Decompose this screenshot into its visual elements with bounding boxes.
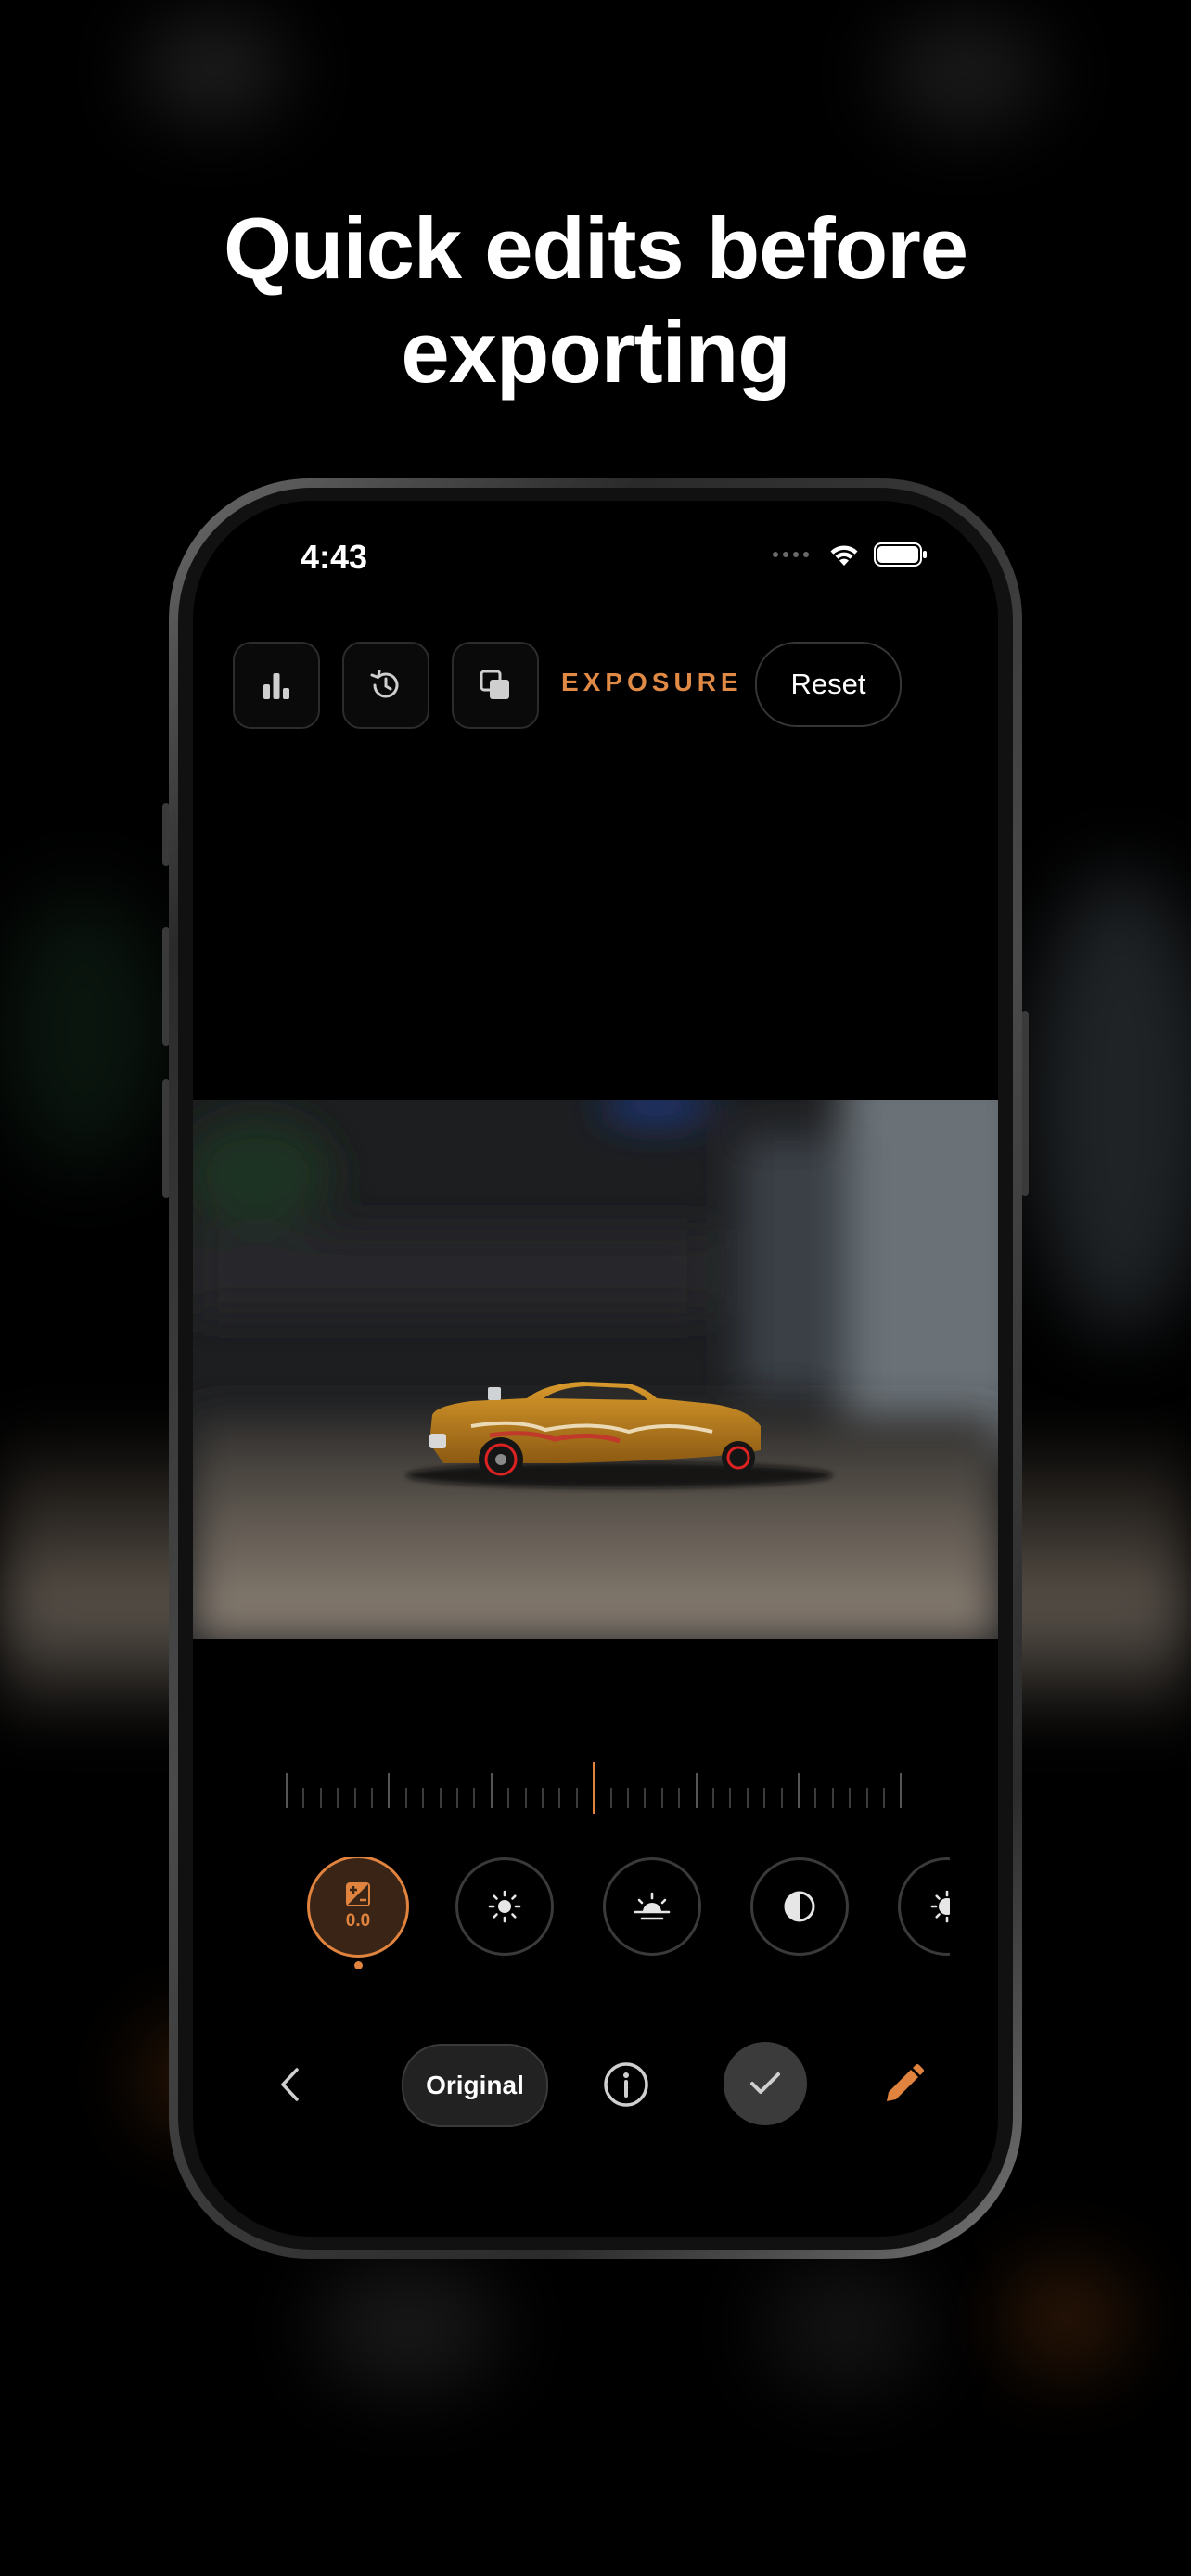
checkmark-icon (750, 2072, 780, 2094)
slider-tick (865, 1788, 868, 1808)
slider-tick (439, 1788, 442, 1808)
original-button[interactable]: Original (402, 2044, 548, 2127)
done-button[interactable] (724, 2042, 807, 2125)
slider-tick (609, 1788, 612, 1808)
slider-center-tick (593, 1762, 596, 1814)
exposure-icon (346, 1882, 370, 1906)
history-button[interactable] (342, 642, 429, 729)
photo-image (193, 1100, 998, 1639)
cellular-dots-icon (773, 552, 809, 557)
tool-brightness[interactable] (455, 1857, 554, 1956)
bottom-bar: Original (193, 2042, 998, 2131)
reset-button[interactable]: Reset (755, 642, 902, 727)
slider-tick (507, 1788, 510, 1808)
exposure-slider[interactable] (193, 1756, 998, 1816)
slider-tick (371, 1788, 373, 1808)
info-button[interactable] (600, 2059, 652, 2111)
headline-line-1: Quick edits before (223, 199, 968, 297)
slider-tick (286, 1773, 288, 1808)
slider-tick (798, 1773, 800, 1808)
slider-tick (695, 1773, 698, 1808)
tools-fade-edge (950, 1857, 998, 1959)
slider-tick (353, 1788, 356, 1808)
slider-tick (302, 1788, 305, 1808)
slider-tick (404, 1788, 407, 1808)
slider-tick (849, 1788, 852, 1808)
slider-tick (422, 1788, 425, 1808)
mode-label: EXPOSURE (561, 668, 743, 696)
slider-tick (660, 1788, 663, 1808)
photo-preview[interactable] (193, 1100, 998, 1639)
editor-toolbar: EXPOSURE Reset (233, 642, 975, 729)
slider-tick (644, 1788, 647, 1808)
tool-exposure[interactable]: 0.0 (307, 1857, 409, 1958)
slider-tick (746, 1788, 749, 1808)
battery-icon (874, 542, 927, 567)
slider-tick (575, 1788, 578, 1808)
highlights-icon (634, 1892, 671, 1920)
pencil-icon (887, 2064, 924, 2101)
chevron-left-icon (281, 2068, 299, 2101)
slider-tick (780, 1788, 783, 1808)
adjustment-tools: 0.0 (193, 1857, 998, 1969)
edit-button[interactable] (877, 2059, 929, 2111)
slider-tick (900, 1773, 903, 1808)
copy-button[interactable] (452, 642, 539, 729)
history-icon (370, 670, 399, 698)
slider-tick (524, 1788, 527, 1808)
tool-contrast[interactable] (750, 1857, 849, 1956)
active-tool-indicator (354, 1961, 363, 1969)
slider-tick (883, 1788, 885, 1808)
slider-tick (319, 1788, 322, 1808)
slider-tick (729, 1788, 732, 1808)
slider-tick (712, 1788, 714, 1808)
slider-tick (337, 1788, 339, 1808)
headline-line-2: exporting (401, 303, 790, 401)
tool-highlights[interactable] (603, 1857, 701, 1956)
phone-power-button (1021, 1011, 1029, 1196)
slider-tick (558, 1788, 561, 1808)
slider-tick (490, 1773, 493, 1808)
slider-tick (763, 1788, 766, 1808)
slider-tick (678, 1788, 681, 1808)
histogram-button[interactable] (233, 642, 320, 729)
phone-screen: 4:43 EXPOSURE Reset 0.0 Original (193, 501, 998, 2237)
status-icons (773, 542, 928, 567)
slider-tick (388, 1773, 391, 1808)
slider-tick (627, 1788, 629, 1808)
info-icon (604, 2062, 648, 2107)
status-time: 4:43 (301, 538, 368, 576)
headline: Quick edits before exporting (0, 197, 1191, 404)
exposure-value: 0.0 (345, 1911, 371, 1931)
contrast-icon (784, 1891, 815, 1922)
slider-tick (542, 1788, 544, 1808)
slider-tick (831, 1788, 834, 1808)
wifi-icon (830, 545, 858, 566)
slider-tick (814, 1788, 817, 1808)
copy-icon (480, 670, 509, 699)
slider-tick (473, 1788, 476, 1808)
brightness-icon (488, 1890, 521, 1923)
histogram-icon (263, 673, 289, 699)
back-button[interactable] (265, 2060, 314, 2109)
slider-tick (456, 1788, 458, 1808)
